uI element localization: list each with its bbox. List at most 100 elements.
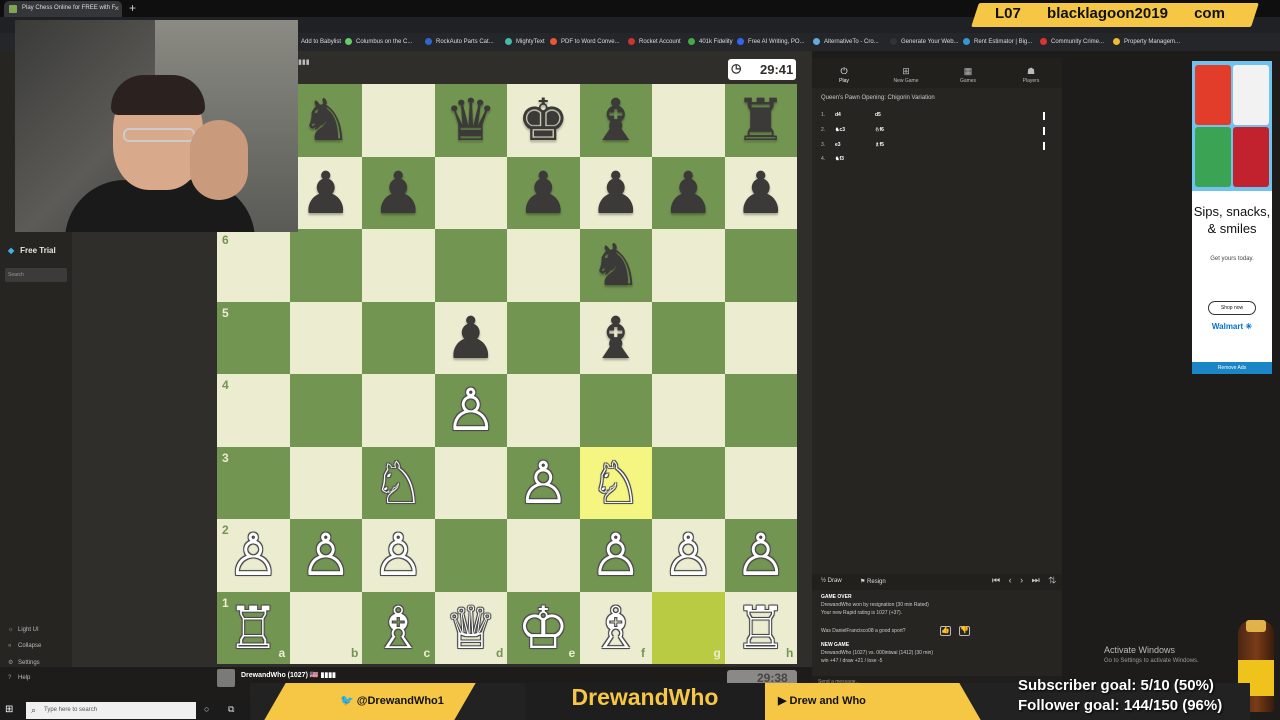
board-square[interactable] [579,374,652,447]
move-san[interactable]: d5 [875,112,881,118]
board-square[interactable] [507,301,580,374]
sidebar-item-collapse[interactable]: « Collapse [8,643,41,649]
chess-piece[interactable]: ♖ [725,592,798,665]
chess-piece[interactable]: ♘ [362,447,435,520]
move-san[interactable]: e3 [835,142,841,148]
board-square[interactable] [724,446,797,519]
bookmark-item[interactable]: 401k Fidelity [688,38,733,45]
chess-piece[interactable]: ♗ [362,592,435,665]
board-square[interactable] [362,229,435,302]
chess-piece[interactable]: ♟ [507,157,580,230]
task-view-icon[interactable]: ⧉ [228,704,234,715]
move-navigation-buttons[interactable]: ⏮ ‹ › ⏭ ⇅ [992,575,1059,586]
sidebar-item-settings[interactable]: ⚙ Settings [8,659,40,666]
board-square[interactable] [289,229,362,302]
bookmark-item[interactable]: MightyText [505,38,545,45]
board-square[interactable] [724,229,797,302]
move-san[interactable]: ♞f3 [835,156,844,162]
chess-piece[interactable]: ♙ [725,519,798,592]
bottom-player-name[interactable]: DrewandWho (1027) 🇺🇸 ▮▮▮▮ [241,671,336,679]
chess-piece[interactable]: ♘ [580,447,653,520]
bookmark-item[interactable]: Rent Estimator | Big... [963,38,1032,45]
chess-piece[interactable]: ♞ [290,84,363,157]
board-square[interactable] [652,446,725,519]
chess-piece[interactable]: ♙ [652,519,725,592]
chess-piece[interactable]: ♔ [507,592,580,665]
board-square[interactable] [652,229,725,302]
ad-image[interactable] [1192,61,1272,191]
chess-piece[interactable]: ♙ [217,519,290,592]
chess-piece[interactable]: ♞ [580,229,653,302]
close-tab-icon[interactable]: × [114,4,119,13]
chess-piece[interactable]: ♟ [580,157,653,230]
thumbs-down-icon[interactable]: 👎 [959,626,970,636]
tab-games[interactable]: ▦ Games [948,66,988,84]
shop-now-button[interactable]: Shop now [1208,301,1256,315]
taskbar-search-input[interactable]: ⌕ Type here to search [26,702,196,719]
board-square[interactable] [289,301,362,374]
board-square[interactable] [289,446,362,519]
avatar[interactable] [217,669,235,687]
chess-piece[interactable]: ♜ [725,84,798,157]
chess-piece[interactable]: ♟ [362,157,435,230]
tab-players[interactable]: ☗ Players [1011,66,1051,84]
bookmark-item[interactable]: Community Crime... [1040,38,1104,45]
thumbs-up-icon[interactable]: 👍 [940,626,951,636]
board-square[interactable] [652,301,725,374]
board-square[interactable] [507,519,580,592]
board-square[interactable] [362,301,435,374]
new-tab-button[interactable]: + [129,1,136,15]
move-san[interactable]: ♗f5 [875,142,884,148]
chess-piece[interactable]: ♟ [652,157,725,230]
board-square[interactable] [724,374,797,447]
chess-piece[interactable]: ♖ [217,592,290,665]
bookmark-item[interactable]: Columbus on the C... [345,38,412,45]
browser-tab[interactable]: Play Chess Online for FREE with F × [4,1,122,17]
board-square[interactable] [362,84,435,157]
chess-piece[interactable]: ♙ [580,519,653,592]
chess-piece[interactable]: ♛ [435,84,508,157]
sidebar-item-light-ui[interactable]: ☼ Light UI [8,627,39,633]
chess-board[interactable]: 6 5 4 3 2 1 a b c d e f g h ♞ ♛ ♚ ♝ ♜ ♟ ♟ ♟ ♟ ♟ ♟ ♞ ♟ ♝ ♙ ♘ ♙ ♘ ♙ ♙ ♙ ♙ ♙ ♙ ♖ ♗… [217,84,797,664]
chess-piece[interactable]: ♙ [507,447,580,520]
cortana-icon[interactable]: ○ [204,704,209,714]
chess-piece[interactable]: ♟ [435,302,508,375]
bookmark-item[interactable]: Property Managem... [1113,38,1180,45]
bookmark-item[interactable]: AlternativeTo - Cro... [813,38,879,45]
chess-piece[interactable]: ♟ [725,157,798,230]
board-square[interactable] [434,519,507,592]
draw-button[interactable]: ½ Draw [821,578,842,584]
tab-new-game[interactable]: ⊞ New Game [886,66,926,84]
tab-play[interactable]: ⏻ Play [824,66,864,84]
board-square[interactable] [434,229,507,302]
sidebar-item-help[interactable]: ? Help [8,675,30,681]
board-square[interactable] [652,374,725,447]
chess-piece[interactable]: ♚ [507,84,580,157]
board-square[interactable] [507,229,580,302]
bookmark-item[interactable]: RockAuto Parts Cat... [425,38,494,45]
bookmark-item[interactable]: Generate Your Web... [890,38,959,45]
bookmark-item[interactable]: Free AI Writing, PO... [737,38,805,45]
free-trial-link[interactable]: ◆ Free Trial [8,246,56,255]
move-san[interactable]: ♘f6 [875,127,884,133]
board-square[interactable] [289,374,362,447]
resign-button[interactable]: ⚑ Resign [860,578,886,585]
chess-piece[interactable]: ♕ [435,592,508,665]
board-square[interactable] [507,374,580,447]
board-square[interactable] [434,156,507,229]
remove-ads-button[interactable]: Remove Ads [1192,362,1272,374]
chess-piece[interactable]: ♙ [362,519,435,592]
chess-piece[interactable]: ♙ [290,519,363,592]
bookmark-item[interactable]: PDF to Word Conve... [550,38,620,45]
board-square[interactable] [652,84,725,157]
board-square[interactable] [724,301,797,374]
chess-piece[interactable]: ♙ [435,374,508,447]
move-san[interactable]: d4 [835,112,841,118]
chess-piece[interactable]: ♟ [290,157,363,230]
move-san[interactable]: ♞c3 [835,127,845,133]
chess-piece[interactable]: ♝ [580,302,653,375]
windows-start-icon[interactable]: ⊞ [5,704,13,715]
chess-piece[interactable]: ♗ [580,592,653,665]
board-square[interactable] [434,446,507,519]
bookmark-item[interactable]: Rocket Account [628,38,681,45]
